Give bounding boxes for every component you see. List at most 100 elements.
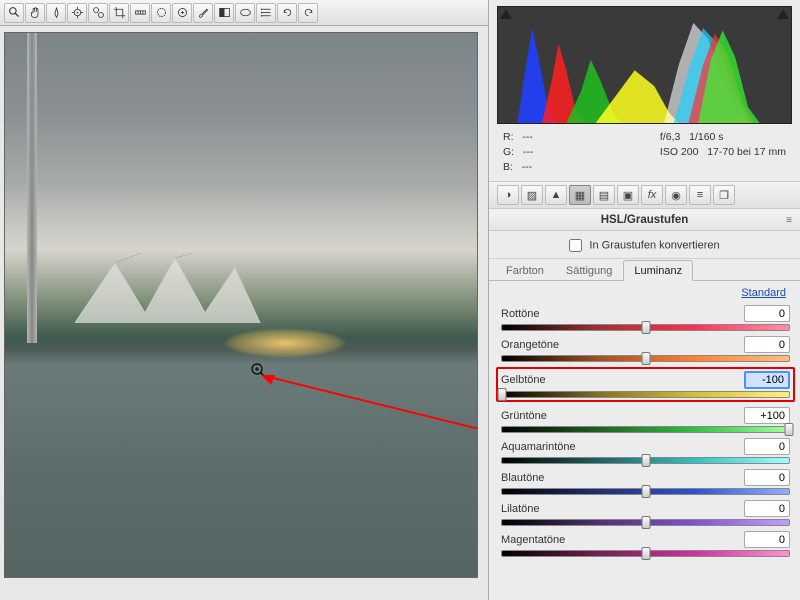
b-label: B: [503,161,513,173]
slider-value-input[interactable] [744,407,790,424]
slider-row-purple: Lilatöne [501,500,790,526]
target-adjust-icon[interactable] [88,3,108,23]
standard-link-row: Standard [489,281,800,303]
convert-grayscale-label: In Graustufen konvertieren [589,239,719,251]
slider-thumb[interactable] [641,321,650,334]
list-icon[interactable] [256,3,276,23]
panel-title-text: HSL/Graustufen [601,214,689,226]
detail-panel-icon[interactable]: ▲ [545,185,567,205]
curve-panel-icon[interactable]: ▨ [521,185,543,205]
presets-panel-icon[interactable]: ≡ [689,185,711,205]
slider-track[interactable] [501,550,790,557]
aperture-value: f/6,3 [660,131,680,143]
zoom-icon[interactable] [4,3,24,23]
basic-panel-icon[interactable]: ◑ [497,185,519,205]
panel-title: HSL/Graustufen ≡ [489,209,800,231]
shutter-value: 1/160 s [689,131,723,143]
color-sampler-icon[interactable] [67,3,87,23]
slider-value-input[interactable] [744,305,790,322]
tab-luminance[interactable]: Luminanz [623,260,693,281]
slider-thumb[interactable] [641,485,650,498]
g-label: G: [503,146,514,158]
image-preview[interactable] [4,32,478,578]
slider-track[interactable] [501,355,790,362]
histogram-graph [498,7,791,123]
info-readout: R: --- G: --- B: --- f/6,3 1/160 s ISO 2… [489,128,800,182]
slider-value-input[interactable] [744,500,790,517]
photo-tent [65,253,265,333]
split-panel-icon[interactable]: ▤ [593,185,615,205]
highlight-clip-icon[interactable] [777,9,789,19]
slider-thumb[interactable] [785,423,794,436]
slider-track[interactable] [501,488,790,495]
slider-thumb[interactable] [498,388,507,401]
slider-label: Blautöne [501,472,544,484]
redeye-icon[interactable] [172,3,192,23]
slider-thumb[interactable] [641,516,650,529]
slider-label: Gelbtöne [501,374,546,386]
radial-icon[interactable] [235,3,255,23]
slider-value-input[interactable] [744,438,790,455]
slider-label: Lilatöne [501,503,540,515]
brush-icon[interactable] [193,3,213,23]
hsl-tabs: Farbton Sättigung Luminanz [489,259,800,281]
slider-row-red: Rottöne [501,305,790,331]
sliders-container: Rottöne Orangetöne Gelbtöne Grüntöne Aquamar… [489,303,800,566]
hsl-panel-icon[interactable]: ▦ [569,185,591,205]
convert-grayscale-row: In Graustufen konvertieren [489,231,800,259]
crop-icon[interactable] [109,3,129,23]
fx-panel-icon[interactable]: fx [641,185,663,205]
tab-saturation[interactable]: Sättigung [555,260,623,281]
zoom-cursor-icon [251,363,267,379]
annotation-arrow-icon [261,375,478,429]
slider-row-magenta: Magentatöne [501,531,790,557]
slider-label: Magentatöne [501,534,565,546]
lens-value: 17-70 bei 17 mm [707,146,786,158]
slider-value-input[interactable] [744,371,790,389]
panel-menu-icon[interactable]: ≡ [786,215,792,226]
straighten-icon[interactable] [130,3,150,23]
slider-label: Grüntöne [501,410,547,422]
slider-row-blue: Blautöne [501,469,790,495]
hand-icon[interactable] [25,3,45,23]
slider-value-input[interactable] [744,531,790,548]
b-value: --- [522,161,533,173]
shadow-clip-icon[interactable] [500,9,512,19]
slider-track[interactable] [501,324,790,331]
slider-track[interactable] [501,457,790,464]
slider-thumb[interactable] [641,352,650,365]
spot-icon[interactable] [151,3,171,23]
convert-grayscale-checkbox[interactable] [569,239,582,252]
rgb-readout: R: --- G: --- B: --- [503,130,533,175]
histogram[interactable] [497,6,792,124]
iso-value: ISO 200 [660,146,699,158]
r-value: --- [522,131,533,143]
slider-track[interactable] [501,519,790,526]
slider-label: Aquamarintöne [501,441,576,453]
slider-track[interactable] [501,426,790,433]
slider-thumb[interactable] [641,547,650,560]
rotate-cw-icon[interactable] [298,3,318,23]
slider-label: Orangetöne [501,339,559,351]
slider-label: Rottöne [501,308,540,320]
tab-hue[interactable]: Farbton [495,260,555,281]
r-label: R: [503,131,514,143]
slider-value-input[interactable] [744,336,790,353]
slider-track[interactable] [501,391,790,398]
lens-panel-icon[interactable]: ▣ [617,185,639,205]
slider-row-orange: Orangetöne [501,336,790,362]
snapshots-panel-icon[interactable]: ❐ [713,185,735,205]
exif-readout: f/6,3 1/160 s ISO 200 17-70 bei 17 mm [660,130,786,175]
slider-value-input[interactable] [744,469,790,486]
preview-photo [5,33,477,577]
rotate-ccw-icon[interactable] [277,3,297,23]
slider-thumb[interactable] [641,454,650,467]
photo-tower [27,33,37,343]
slider-row-aqua: Aquamarintöne [501,438,790,464]
gradient-icon[interactable] [214,3,234,23]
standard-link[interactable]: Standard [741,287,786,299]
camera-panel-icon[interactable]: ◉ [665,185,687,205]
wb-icon[interactable] [46,3,66,23]
g-value: --- [523,146,534,158]
slider-row-yellow: Gelbtöne [496,367,795,402]
